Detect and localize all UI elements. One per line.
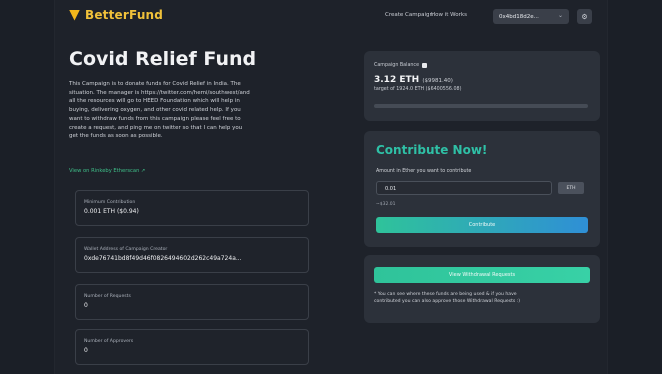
balance-label: Campaign Balance: [374, 63, 428, 68]
stat-creator-wallet: Wallet Address of Campaign Creator 0xde7…: [75, 237, 309, 273]
stat-value: 0.001 ETH ($0.94): [84, 208, 139, 215]
amount-usd-value: ~$32.01: [376, 202, 396, 207]
logo-icon: [69, 9, 80, 21]
stat-number-of-requests: Number of Requests 0: [75, 284, 309, 320]
wallet-address: 0x4bd18d2e...: [499, 13, 539, 20]
contribute-button[interactable]: Contribute: [376, 217, 588, 233]
description-line: all the resources will go to HEED Founda…: [69, 98, 240, 105]
stat-label: Number of Approvers: [84, 339, 134, 344]
page-title: Covid Relief Fund: [69, 48, 257, 70]
chevron-down-icon: ⌄: [557, 12, 563, 19]
funding-progress-bar: [374, 104, 588, 108]
requests-note: * You can see where these funds are bein…: [374, 291, 590, 305]
balance-target: target of 1924.0 ETH ($6400556.08): [374, 87, 462, 92]
contribute-card: Contribute Now! Amount in Ether you want…: [364, 131, 600, 247]
amount-input[interactable]: 0.01: [376, 181, 552, 195]
description-line: want to withdraw funds from this campaig…: [69, 115, 241, 122]
navbar: BetterFund Create Campaign How it Works …: [55, 0, 609, 34]
balance-eth: 3.12 ETH: [374, 75, 420, 85]
description-line: buying, delivering oxygen, and other cov…: [69, 107, 241, 114]
wallet-menu-button[interactable]: 0x4bd18d2e... ⌄: [493, 9, 569, 24]
stat-minimum-contribution: Minimum Contribution 0.001 ETH ($0.94): [75, 190, 309, 226]
gear-icon[interactable]: ⚙: [577, 9, 592, 24]
description-line: This Campaign is to donate funds for Cov…: [69, 81, 241, 87]
view-withdrawal-requests-button[interactable]: View Withdrawal Requests: [374, 267, 590, 283]
stat-label: Minimum Contribution: [84, 200, 136, 205]
how-it-works-link[interactable]: How it Works: [431, 12, 467, 18]
stat-value: 0: [84, 302, 88, 309]
create-campaign-link[interactable]: Create Campaign: [385, 12, 433, 18]
contribute-heading: Contribute Now!: [376, 143, 488, 157]
stat-number-of-approvers: Number of Approvers 0: [75, 329, 309, 365]
description-line: get the funds as soon as possible.: [69, 133, 163, 140]
requests-note-line: * You can see where these funds are bein…: [374, 292, 517, 297]
logo[interactable]: BetterFund: [69, 8, 163, 22]
lock-icon: [422, 63, 428, 68]
stat-label: Wallet Address of Campaign Creator: [84, 247, 168, 252]
balance-amount: 3.12 ETH ($9981.40): [374, 75, 453, 85]
campaign-balance-card: Campaign Balance 3.12 ETH ($9981.40) tar…: [364, 51, 600, 121]
app-container: BetterFund Create Campaign How it Works …: [54, 0, 608, 374]
logo-text: BetterFund: [85, 8, 164, 22]
etherscan-link[interactable]: View on Rinkeby Etherscan ↗: [69, 168, 145, 174]
unit-addon: ETH: [558, 182, 584, 194]
campaign-description: This Campaign is to donate funds for Cov…: [69, 80, 315, 141]
page-background: BetterFund Create Campaign How it Works …: [0, 0, 662, 374]
stat-label: Number of Requests: [84, 294, 131, 299]
description-line: create a request, and ping me on twitter…: [69, 124, 243, 131]
balance-label-text: Campaign Balance: [374, 63, 420, 68]
stat-value: 0: [84, 347, 88, 354]
balance-usd: ($9981.40): [422, 78, 453, 84]
requests-note-line: contributed you can also approve those W…: [374, 299, 521, 304]
description-line: situation. The manager is https://twitte…: [69, 89, 250, 96]
withdrawal-requests-card: View Withdrawal Requests * You can see w…: [364, 255, 600, 323]
amount-label: Amount in Ether you want to contribute: [376, 169, 472, 174]
stat-value: 0xde76741bd8f49d46f0826494602d262c49a724…: [84, 255, 242, 262]
